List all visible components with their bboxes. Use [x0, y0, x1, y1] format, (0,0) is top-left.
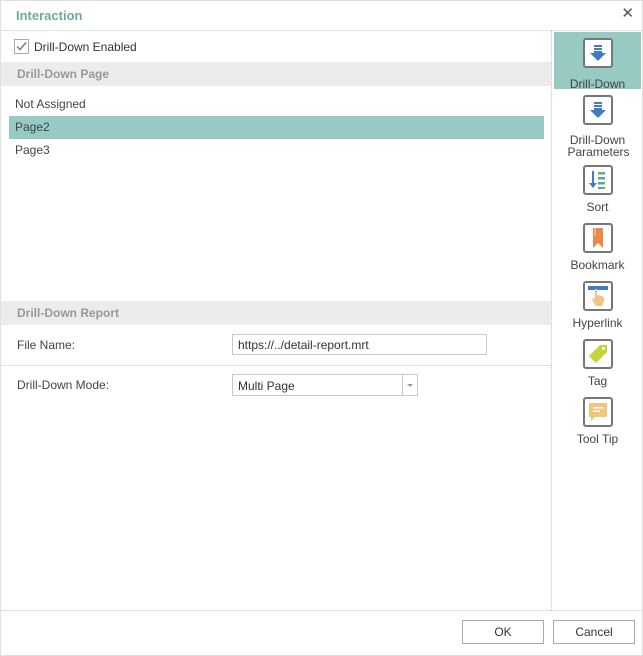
drill-down-mode-value: Multi Page — [238, 379, 295, 393]
sidebar-label: Tool Tip — [576, 432, 619, 446]
tooltip-icon — [582, 397, 613, 427]
sidebar-label: Drill-Down Parameters — [554, 134, 641, 158]
drill-down-icon — [582, 38, 613, 68]
sidebar-label-text: Drill-Down Parameters — [567, 133, 630, 159]
list-item-not-assigned[interactable]: Not Assigned — [9, 93, 544, 116]
checkmark-icon — [16, 42, 27, 51]
sidebar-item-hyperlink[interactable]: Hyperlink — [554, 275, 641, 333]
drill-down-mode-label: Drill-Down Mode: — [17, 378, 110, 392]
sidebar-item-tag[interactable]: Tag — [554, 333, 641, 391]
sidebar-label: Tag — [587, 374, 608, 388]
content-panel: Drill-Down Enabled Drill-Down Page Not A… — [1, 31, 552, 610]
close-icon[interactable]: ✕ — [621, 6, 634, 22]
dialog-title: Interaction — [16, 8, 83, 23]
drill-down-parameters-icon — [582, 95, 613, 125]
interaction-dialog: Interaction ✕ Drill-Down Enabled Drill-D… — [0, 0, 643, 656]
sidebar: Drill-Down Drill-Down Parameters Sort Bo… — [554, 32, 641, 449]
drill-down-report-header: Drill-Down Report — [1, 301, 551, 325]
cancel-button[interactable]: Cancel — [553, 620, 635, 644]
hyperlink-icon — [582, 281, 613, 311]
sidebar-item-bookmark[interactable]: Bookmark — [554, 217, 641, 275]
sidebar-item-drill-down[interactable]: Drill-Down — [554, 32, 641, 90]
field-separator — [1, 365, 551, 366]
title-bar: Interaction ✕ — [1, 1, 642, 31]
sidebar-label: Bookmark — [570, 258, 625, 272]
sidebar-label: Hyperlink — [572, 316, 623, 330]
drill-down-page-list: Not Assigned Page2 Page3 — [9, 93, 544, 162]
drill-down-enabled-label: Drill-Down Enabled — [34, 39, 137, 54]
sidebar-label: Sort — [586, 200, 609, 214]
list-item-page3[interactable]: Page3 — [9, 139, 544, 162]
sidebar-item-sort[interactable]: Sort — [554, 159, 641, 217]
bookmark-icon — [582, 223, 613, 253]
checkbox-box[interactable] — [14, 39, 29, 54]
file-name-label: File Name: — [17, 338, 76, 352]
sort-icon — [582, 165, 613, 195]
ok-button[interactable]: OK — [462, 620, 544, 644]
sidebar-item-drill-down-parameters[interactable]: Drill-Down Parameters — [554, 89, 641, 159]
file-name-input[interactable] — [232, 334, 487, 355]
drill-down-mode-select[interactable]: Multi Page — [232, 374, 418, 396]
footer-separator — [1, 610, 642, 611]
list-item-page2[interactable]: Page2 — [9, 116, 544, 139]
drill-down-page-header: Drill-Down Page — [1, 62, 551, 86]
tag-icon — [582, 339, 613, 369]
chevron-down-icon[interactable] — [402, 375, 417, 395]
sidebar-item-tool-tip[interactable]: Tool Tip — [554, 391, 641, 449]
drill-down-enabled-checkbox[interactable]: Drill-Down Enabled — [14, 39, 137, 54]
